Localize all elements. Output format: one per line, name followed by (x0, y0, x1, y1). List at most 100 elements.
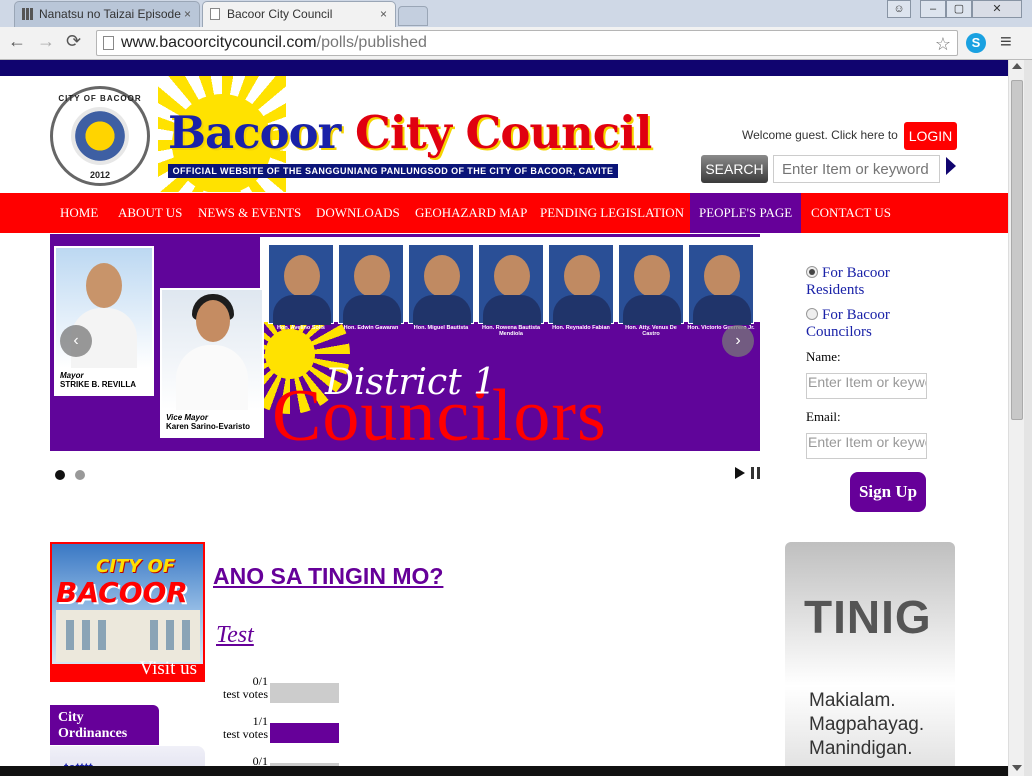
vote-count: 1/1 (252, 714, 268, 728)
nav-contact-us[interactable]: CONTACT US (811, 193, 891, 233)
window-close-icon[interactable]: ✕ (972, 0, 1022, 18)
page-scrollbar[interactable] (1008, 60, 1024, 776)
close-tab-icon[interactable]: × (184, 2, 191, 26)
radio-councilors[interactable]: For Bacoor Councilors (806, 307, 936, 341)
nav-home[interactable]: HOME (60, 193, 98, 233)
mayor-role: Mayor (60, 371, 84, 380)
scroll-down-icon[interactable] (1012, 765, 1022, 771)
forward-icon[interactable]: → (37, 31, 55, 52)
slider-dot-2[interactable] (75, 470, 85, 480)
signup-form: For Bacoor Residents For Bacoor Councilo… (806, 265, 936, 469)
radio-residents[interactable]: For Bacoor Residents (806, 265, 936, 299)
councilor-photo (618, 244, 684, 325)
pause-icon[interactable] (751, 467, 760, 479)
tinig-banner[interactable]: TINIG Makialam. Magpahayag. Manindigan. (785, 542, 955, 776)
tab-title: Nanatsu no Taizai Episode (39, 7, 181, 21)
hero-slider[interactable]: Hon. Avelino Solis Hon. Edwin Gawaran Ho… (50, 234, 760, 451)
main-nav: HOME ABOUT US NEWS & EVENTS DOWNLOADS GE… (0, 193, 1008, 233)
window-edge (1024, 60, 1032, 776)
url-path: /polls/published (316, 34, 427, 51)
email-field[interactable]: Enter Item or keyword (806, 433, 927, 459)
name-field[interactable]: Enter Item or keyword (806, 373, 927, 399)
nav-news-events[interactable]: NEWS & EVENTS (198, 193, 301, 233)
sign-up-button[interactable]: Sign Up (850, 472, 926, 512)
site-title[interactable]: Bacoor City Council (168, 106, 652, 159)
councilor-name: Hon. Miguel Bautista (413, 325, 469, 331)
option-label: test votes (223, 687, 268, 701)
radio-button[interactable] (806, 308, 818, 320)
mayor-name: STRIKE B. REVILLA (60, 380, 137, 389)
slider-next-button[interactable]: › (722, 325, 754, 357)
search-go-icon[interactable] (946, 157, 956, 175)
city-seal-logo[interactable]: CITY OF BACOOR 2012 (50, 86, 150, 186)
radio-label: For Bacoor Residents (806, 265, 890, 298)
tinig-line: Manindigan. (809, 738, 913, 759)
councilor-strip: Hon. Avelino Solis Hon. Edwin Gawaran Ho… (260, 237, 760, 337)
slider-dot-1[interactable] (55, 470, 65, 480)
visit-bacoor-banner[interactable]: CITY OF BACOOR Visit us (50, 542, 205, 682)
scrollbar-thumb[interactable] (1011, 80, 1023, 420)
councilor-name: Hon. Rowena Bautista Mendiola (481, 325, 541, 337)
reload-icon[interactable]: ⟳ (66, 31, 81, 52)
councilor-name: Hon. Reynaldo Fabian (552, 325, 610, 331)
councilor-photo (548, 244, 614, 325)
poll-title-link[interactable]: ANO SA TINGIN MO? (213, 563, 443, 590)
councilor-name: Hon. Atty. Venus De Castro (625, 325, 677, 337)
city-ordinances-header[interactable]: City Ordinances (50, 705, 159, 745)
councilor-name: Hon. Avelino Solis (277, 325, 325, 331)
search-button[interactable]: SEARCH (701, 155, 768, 183)
nav-pending-legislation[interactable]: PENDING LEGISLATION (540, 193, 684, 233)
tinig-title: TINIG (804, 591, 932, 643)
new-tab-button[interactable] (398, 6, 428, 26)
play-icon[interactable] (735, 467, 745, 479)
seal-text: CITY OF BACOOR (58, 94, 142, 103)
bookmark-star-icon[interactable]: ☆ (935, 32, 951, 56)
councilor-photo (338, 244, 404, 325)
mayor-card: Mayor STRIKE B. REVILLA (54, 246, 154, 396)
address-bar[interactable]: www.bacoorcitycouncil.com/polls/publishe… (96, 30, 958, 56)
close-tab-icon[interactable]: × (380, 2, 387, 26)
slider-prev-button[interactable]: ‹ (60, 325, 92, 357)
page-content: CITY OF BACOOR 2012 Bacoor City Council … (0, 60, 1008, 776)
login-button[interactable]: LOGIN (904, 122, 957, 150)
minimize-icon[interactable]: – (920, 0, 946, 18)
radio-button-checked[interactable] (806, 266, 818, 278)
page-icon (103, 36, 114, 50)
welcome-text: Welcome guest. Click here to (742, 128, 898, 142)
user-icon[interactable]: ☺ (887, 0, 911, 18)
scroll-up-icon[interactable] (1012, 63, 1022, 69)
vote-bar (270, 683, 339, 703)
poll-question-link[interactable]: Test (216, 622, 254, 649)
name-label: Name: (806, 349, 841, 364)
tab-nanatsu[interactable]: Nanatsu no Taizai Episode × (14, 1, 200, 27)
nav-geohazard-map[interactable]: GEOHAZARD MAP (415, 193, 527, 233)
councilor-photo (478, 244, 544, 325)
back-icon[interactable]: ← (8, 31, 26, 52)
councilor-photo (688, 244, 754, 325)
banner-city-of: CITY OF (96, 556, 176, 577)
district-heading: District 1 (325, 362, 497, 403)
tab-bacoor-city-council[interactable]: Bacoor City Council × (202, 1, 396, 27)
taskbar-edge (0, 766, 1008, 776)
search-input[interactable] (773, 155, 940, 183)
vice-mayor-photo (162, 290, 262, 410)
seal-year: 2012 (89, 170, 111, 180)
tinig-line: Magpahayag. (809, 714, 925, 735)
nav-about-us[interactable]: ABOUT US (118, 193, 182, 233)
banner-visit-us: Visit us (139, 658, 197, 679)
tab-title: Bacoor City Council (227, 7, 333, 21)
browser-menu-icon[interactable]: ≡ (1000, 31, 1012, 54)
skype-extension-icon[interactable]: S (966, 33, 986, 53)
browser-toolbar: ← → ⟳ www.bacoorcitycouncil.com/polls/pu… (0, 27, 1032, 60)
page-icon (210, 8, 220, 20)
banner-bacoor: BACOOR (56, 576, 188, 609)
nav-peoples-page[interactable]: PEOPLE'S PAGE (690, 193, 802, 233)
nav-downloads[interactable]: DOWNLOADS (316, 193, 400, 233)
seal-emblem (71, 107, 129, 165)
radio-label: For Bacoor Councilors (806, 307, 890, 340)
email-label: Email: (806, 409, 841, 424)
site-title-part1: Bacoor (168, 106, 355, 159)
councilor-photo (408, 244, 474, 325)
maximize-icon[interactable]: ▢ (946, 0, 972, 18)
tinig-line: Makialam. (809, 690, 896, 711)
